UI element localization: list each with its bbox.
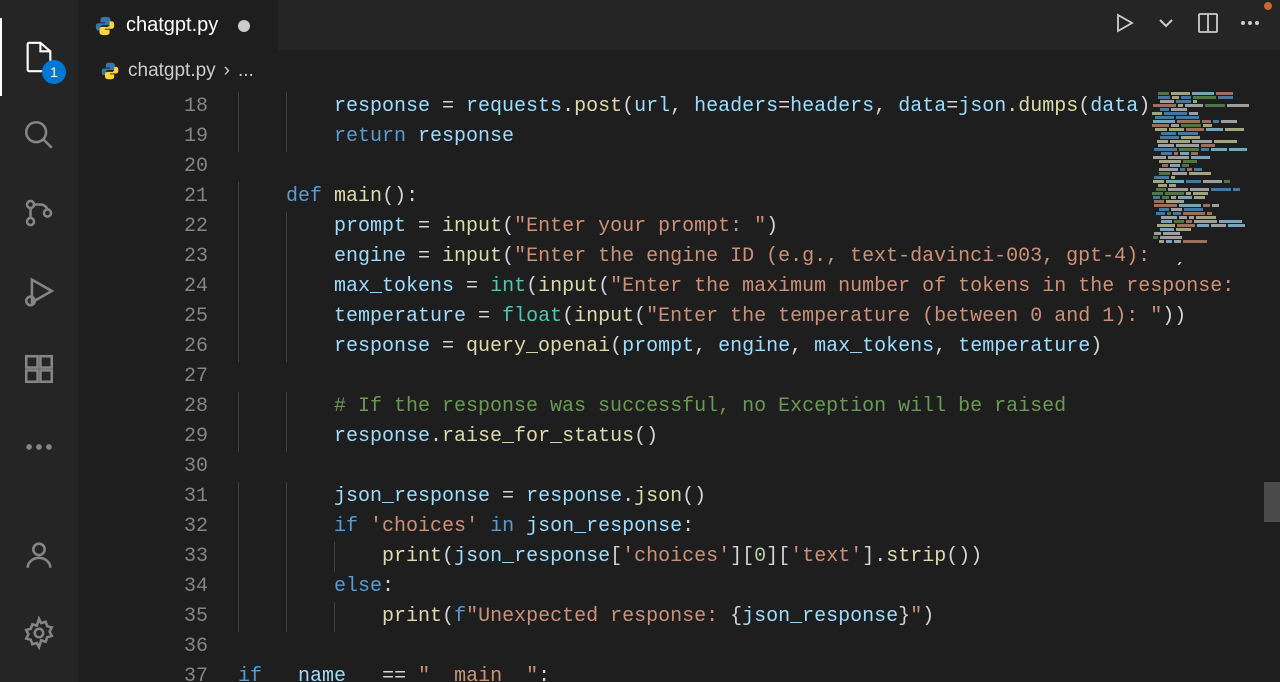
code-line[interactable]	[238, 152, 1280, 182]
code-line[interactable]: # If the response was successful, no Exc…	[238, 392, 1280, 422]
breadcrumb-filename: chatgpt.py	[128, 60, 216, 82]
debug-icon[interactable]	[0, 252, 78, 330]
source-control-icon[interactable]	[0, 174, 78, 252]
minimap[interactable]	[1152, 92, 1272, 262]
activity-bar: 1	[0, 0, 78, 682]
more-actions-icon[interactable]	[1238, 11, 1262, 40]
scrollbar[interactable]	[1264, 92, 1280, 682]
code-line[interactable]: response = query_openai(prompt, engine, …	[238, 332, 1280, 362]
code-line[interactable]: print(f"Unexpected response: {json_respo…	[238, 602, 1280, 632]
code-line[interactable]: temperature = float(input("Enter the tem…	[238, 302, 1280, 332]
breadcrumb-sep: ›	[224, 60, 230, 82]
overflow-icon[interactable]	[0, 408, 78, 486]
settings-gear-icon[interactable]	[0, 594, 78, 672]
main-area: chatgpt.py chatgpt.py › ... 181920212223…	[78, 0, 1280, 682]
tab-bar: chatgpt.py	[78, 0, 1280, 50]
code-line[interactable]: return response	[238, 122, 1280, 152]
explorer-badge: 1	[42, 60, 66, 84]
extensions-icon[interactable]	[0, 330, 78, 408]
code-area[interactable]: response = requests.post(url, headers=he…	[238, 92, 1280, 682]
code-line[interactable]: if 'choices' in json_response:	[238, 512, 1280, 542]
account-icon[interactable]	[0, 516, 78, 594]
code-line[interactable]: response.raise_for_status()	[238, 422, 1280, 452]
code-line[interactable]: max_tokens = int(input("Enter the maximu…	[238, 272, 1280, 302]
tab-filename: chatgpt.py	[126, 14, 218, 37]
notification-dot-icon	[1264, 2, 1272, 10]
code-line[interactable]: json_response = response.json()	[238, 482, 1280, 512]
python-file-icon	[100, 61, 120, 81]
code-line[interactable]: response = requests.post(url, headers=he…	[238, 92, 1280, 122]
unsaved-dot-icon	[238, 20, 250, 32]
code-line[interactable]	[238, 452, 1280, 482]
code-line[interactable]: else:	[238, 572, 1280, 602]
code-line[interactable]: engine = input("Enter the engine ID (e.g…	[238, 242, 1280, 272]
python-file-icon	[94, 15, 116, 37]
editor[interactable]: 1819202122232425262728293031323334353637…	[78, 92, 1280, 682]
split-editor-icon[interactable]	[1196, 11, 1220, 40]
code-line[interactable]: if __name__ == "__main__":	[238, 662, 1280, 682]
explorer-icon[interactable]: 1	[0, 18, 78, 96]
code-line[interactable]: print(json_response['choices'][0]['text'…	[238, 542, 1280, 572]
run-dropdown-icon[interactable]	[1154, 11, 1178, 40]
tab-chatgpt-py[interactable]: chatgpt.py	[78, 0, 278, 50]
scroll-thumb[interactable]	[1264, 482, 1280, 522]
search-icon[interactable]	[0, 96, 78, 174]
breadcrumb[interactable]: chatgpt.py › ...	[78, 50, 1280, 92]
breadcrumb-tail: ...	[238, 60, 254, 82]
code-line[interactable]	[238, 362, 1280, 392]
code-line[interactable]: prompt = input("Enter your prompt: ")	[238, 212, 1280, 242]
run-icon[interactable]	[1112, 11, 1136, 40]
line-gutter: 1819202122232425262728293031323334353637	[78, 92, 238, 682]
editor-actions	[1112, 0, 1280, 50]
code-line[interactable]: def main():	[238, 182, 1280, 212]
code-line[interactable]	[238, 632, 1280, 662]
